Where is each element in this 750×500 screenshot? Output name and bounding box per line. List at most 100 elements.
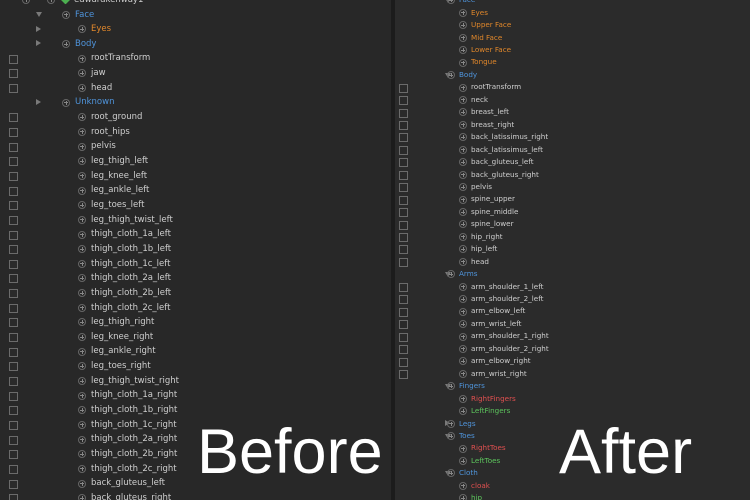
tree-row-thigh-cloth-1a-right[interactable]: thigh_cloth_1a_right bbox=[0, 388, 391, 403]
checkbox[interactable] bbox=[9, 450, 18, 460]
checkbox[interactable] bbox=[399, 195, 408, 205]
checkbox[interactable] bbox=[9, 157, 18, 167]
expand-icon[interactable] bbox=[447, 419, 455, 428]
checkbox[interactable] bbox=[399, 220, 408, 230]
checkbox[interactable] bbox=[399, 332, 408, 342]
tree-row-thigh-cloth-1a-left[interactable]: thigh_cloth_1a_left bbox=[0, 227, 391, 242]
tree-row-hip-left[interactable]: hip_left bbox=[395, 243, 750, 255]
expand-icon[interactable] bbox=[459, 257, 467, 266]
expand-icon[interactable] bbox=[78, 171, 86, 180]
checkbox[interactable] bbox=[9, 479, 18, 489]
expand-icon[interactable] bbox=[78, 318, 86, 327]
expand-icon[interactable] bbox=[459, 21, 467, 30]
tree-row-arm-elbow-left[interactable]: arm_elbow_left bbox=[395, 305, 750, 317]
checkbox[interactable] bbox=[399, 320, 408, 330]
checkbox[interactable] bbox=[9, 362, 18, 372]
expand-icon[interactable] bbox=[459, 158, 467, 167]
checkbox[interactable] bbox=[9, 318, 18, 328]
tree-row-breast-right[interactable]: breast_right bbox=[395, 119, 750, 131]
checkbox[interactable] bbox=[9, 215, 18, 225]
checkbox[interactable] bbox=[399, 183, 408, 193]
root-node-row[interactable]: edwardkenway1 bbox=[0, 0, 391, 7]
tree-row-root-ground[interactable]: root_ground bbox=[0, 110, 391, 125]
tree-row-tongue[interactable]: Tongue bbox=[395, 56, 750, 68]
tree-row-roottransform[interactable]: rootTransform bbox=[395, 81, 750, 93]
checkbox[interactable] bbox=[399, 120, 408, 130]
checkbox[interactable] bbox=[399, 245, 408, 255]
checkbox[interactable] bbox=[399, 307, 408, 317]
expand-icon[interactable] bbox=[78, 450, 86, 459]
expand-icon[interactable] bbox=[78, 157, 86, 166]
tree-row-breast-left[interactable]: breast_left bbox=[395, 106, 750, 118]
tree-row-upper-face[interactable]: Upper Face bbox=[395, 19, 750, 31]
arrow-right-icon[interactable] bbox=[36, 98, 41, 105]
tree-row-eyes[interactable]: Eyes bbox=[0, 22, 391, 37]
checkbox[interactable] bbox=[399, 282, 408, 292]
expand-icon[interactable] bbox=[78, 494, 86, 500]
checkbox[interactable] bbox=[9, 69, 18, 79]
tree-row-arm-elbow-right[interactable]: arm_elbow_right bbox=[395, 355, 750, 367]
tree-row-pelvis[interactable]: pelvis bbox=[0, 139, 391, 154]
checkbox[interactable] bbox=[399, 170, 408, 180]
tree-row-leg-thigh-left[interactable]: leg_thigh_left bbox=[0, 154, 391, 169]
tree-row-arm-shoulder-2-left[interactable]: arm_shoulder_2_left bbox=[395, 293, 750, 305]
checkbox[interactable] bbox=[399, 357, 408, 367]
expand-icon[interactable] bbox=[459, 83, 467, 92]
expand-icon[interactable] bbox=[459, 344, 467, 353]
checkbox[interactable] bbox=[9, 54, 18, 64]
tree-row-pelvis[interactable]: pelvis bbox=[395, 181, 750, 193]
expand-icon[interactable] bbox=[459, 232, 467, 241]
expand-icon[interactable] bbox=[62, 10, 70, 19]
expand-icon[interactable] bbox=[447, 382, 455, 391]
tree-row-arm-wrist-right[interactable]: arm_wrist_right bbox=[395, 368, 750, 380]
tree-row-lower-face[interactable]: Lower Face bbox=[395, 44, 750, 56]
expand-icon[interactable] bbox=[459, 170, 467, 179]
expand-icon[interactable] bbox=[78, 464, 86, 473]
tree-row-thigh-cloth-1b-right[interactable]: thigh_cloth_1b_right bbox=[0, 403, 391, 418]
checkbox[interactable] bbox=[399, 208, 408, 218]
arrow-down-icon[interactable] bbox=[36, 12, 42, 17]
checkbox[interactable] bbox=[9, 289, 18, 299]
expand-icon[interactable] bbox=[459, 195, 467, 204]
expand-icon[interactable] bbox=[459, 457, 467, 466]
expand-icon[interactable] bbox=[78, 113, 86, 122]
arrow-right-icon[interactable] bbox=[36, 40, 41, 47]
tree-row-thigh-cloth-2a-left[interactable]: thigh_cloth_2a_left bbox=[0, 271, 391, 286]
expand-icon[interactable] bbox=[78, 362, 86, 371]
tree-row-leg-ankle-left[interactable]: leg_ankle_left bbox=[0, 183, 391, 198]
tree-row-mid-face[interactable]: Mid Face bbox=[395, 32, 750, 44]
tree-row-leg-knee-left[interactable]: leg_knee_left bbox=[0, 169, 391, 184]
checkbox[interactable] bbox=[399, 369, 408, 379]
expand-icon[interactable] bbox=[78, 25, 86, 34]
tree-row-arm-wrist-left[interactable]: arm_wrist_left bbox=[395, 318, 750, 330]
checkbox[interactable] bbox=[399, 295, 408, 305]
checkbox[interactable] bbox=[9, 245, 18, 255]
checkbox[interactable] bbox=[9, 186, 18, 196]
expand-icon[interactable] bbox=[459, 307, 467, 316]
tree-row-arm-shoulder-2-right[interactable]: arm_shoulder_2_right bbox=[395, 343, 750, 355]
expand-icon[interactable] bbox=[78, 303, 86, 312]
expand-icon[interactable] bbox=[459, 295, 467, 304]
expand-icon[interactable] bbox=[62, 40, 70, 49]
checkbox[interactable] bbox=[9, 391, 18, 401]
checkbox[interactable] bbox=[399, 257, 408, 267]
tree-row-back-latissimus-right[interactable]: back_latissimus_right bbox=[395, 131, 750, 143]
expand-icon[interactable] bbox=[78, 84, 86, 93]
tree-row-back-gluteus-right[interactable]: back_gluteus_right bbox=[395, 169, 750, 181]
expand-icon[interactable] bbox=[459, 394, 467, 403]
checkbox[interactable] bbox=[9, 347, 18, 357]
expand-icon[interactable] bbox=[459, 357, 467, 366]
checkbox[interactable] bbox=[9, 274, 18, 284]
expand-icon[interactable] bbox=[459, 245, 467, 254]
tree-row-neck[interactable]: neck bbox=[395, 94, 750, 106]
expand-icon[interactable] bbox=[447, 270, 455, 279]
expand-icon[interactable] bbox=[78, 259, 86, 268]
tree-group-body[interactable]: Body bbox=[0, 37, 391, 52]
tree-group-unknown[interactable]: Unknown bbox=[0, 95, 391, 110]
checkbox[interactable] bbox=[9, 127, 18, 137]
expand-icon[interactable] bbox=[459, 481, 467, 490]
expand-icon[interactable] bbox=[459, 332, 467, 341]
tree-row-hip[interactable]: hip bbox=[395, 492, 750, 500]
expand-icon[interactable] bbox=[78, 391, 86, 400]
tree-row-thigh-cloth-1b-left[interactable]: thigh_cloth_1b_left bbox=[0, 242, 391, 257]
